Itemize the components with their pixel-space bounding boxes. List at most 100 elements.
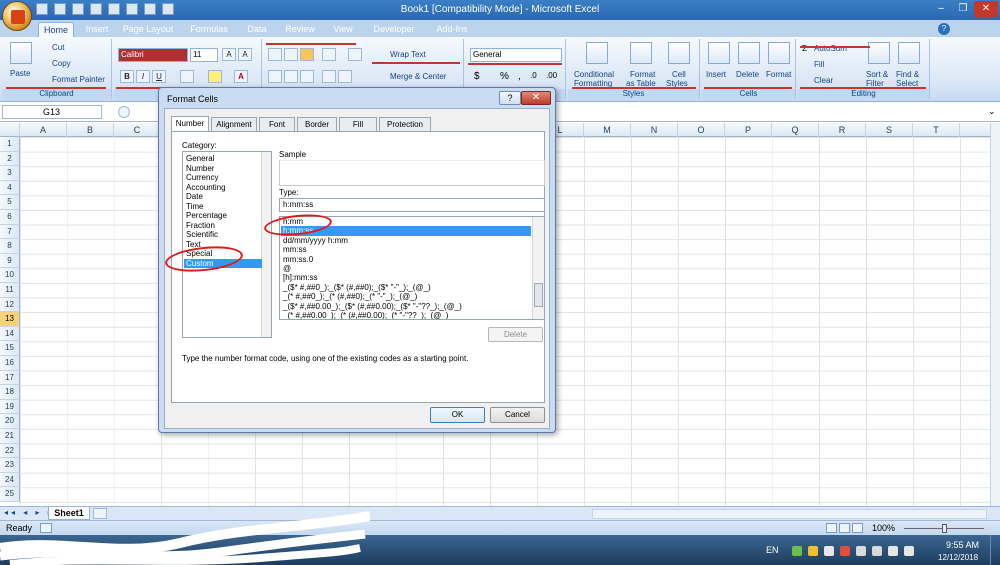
column-header[interactable]: S (866, 123, 913, 137)
maximize-button[interactable]: ❐ (952, 1, 974, 17)
category-item[interactable]: Date (184, 192, 262, 202)
row-header[interactable]: 18 (0, 385, 20, 400)
row-header[interactable]: 1 (0, 137, 20, 152)
name-box[interactable]: G13 (2, 105, 102, 119)
network-icon[interactable] (872, 546, 882, 556)
fill-color-icon[interactable] (208, 70, 222, 83)
tab-fill[interactable]: Fill (339, 117, 377, 131)
sort-filter-icon[interactable] (868, 42, 890, 64)
category-item[interactable]: Special (184, 249, 262, 259)
format-code-item[interactable]: _($* #,##0.00_);_($* (#,##0.00);_($* "-"… (281, 302, 531, 311)
decrease-indent-icon[interactable] (322, 70, 336, 83)
align-middle-icon[interactable] (284, 48, 298, 61)
font-size-box[interactable]: 11 (190, 48, 218, 62)
format-code-item[interactable]: [h]:mm:ss (281, 273, 531, 282)
column-header[interactable]: A (20, 123, 67, 137)
tray-app-icon[interactable] (808, 546, 818, 556)
format-code-item[interactable]: _($* #,##0_);_($* (#,##0);_($* "-"_);_(@… (281, 283, 531, 292)
row-header[interactable]: 19 (0, 399, 20, 415)
category-item[interactable]: Accounting (184, 183, 262, 193)
fill-button[interactable]: Fill (814, 60, 824, 69)
tray-app-icon[interactable] (792, 546, 802, 556)
zoom-level[interactable]: 100% (872, 523, 895, 533)
page-layout-view-icon[interactable] (839, 523, 850, 533)
delete-button[interactable]: Delete (736, 70, 759, 79)
category-item[interactable]: Scientific (184, 230, 262, 240)
category-item[interactable]: Percentage (184, 211, 262, 221)
paste-icon[interactable] (10, 42, 32, 64)
tray-app-icon[interactable] (824, 546, 834, 556)
tab-page-layout[interactable]: Page Layout (120, 22, 176, 37)
format-code-item[interactable]: dd/mm/yyyy h:mm (281, 236, 531, 245)
row-header[interactable]: 23 (0, 458, 20, 473)
tab-formulas[interactable]: Formulas (184, 22, 234, 37)
insert-sheet-icon[interactable] (93, 508, 107, 519)
select-all-corner[interactable] (0, 123, 20, 137)
insert-cells-icon[interactable] (708, 42, 730, 64)
dialog-close-button[interactable]: ✕ (521, 91, 551, 105)
column-header[interactable]: R (819, 123, 866, 137)
ok-button[interactable]: OK (430, 407, 485, 423)
clear-button[interactable]: Clear (814, 76, 833, 85)
tab-view[interactable]: View (328, 22, 358, 37)
normal-view-icon[interactable] (826, 523, 837, 533)
category-list-scrollbar[interactable] (261, 152, 271, 337)
percent-button[interactable]: % (500, 71, 509, 82)
format-painter-button[interactable]: Format Painter (52, 75, 105, 84)
tab-data[interactable]: Data (242, 22, 272, 37)
format-code-item[interactable]: _(* #,##0_);_(* (#,##0);_(* "-"_);_(@_) (281, 292, 531, 301)
column-header[interactable]: O (678, 123, 725, 137)
number-format-box[interactable]: General (470, 48, 562, 62)
row-header[interactable]: 24 (0, 472, 20, 488)
cut-button[interactable]: Cut (52, 43, 64, 52)
merge-center-button[interactable]: Merge & Center (390, 72, 446, 81)
format-list-scroll-thumb[interactable] (534, 283, 543, 307)
category-list[interactable]: General Number Currency Accounting Date Time P… (182, 151, 272, 338)
increase-indent-icon[interactable] (338, 70, 352, 83)
tray-app-icon[interactable] (840, 546, 850, 556)
tab-review[interactable]: Review (280, 22, 320, 37)
orientation-icon[interactable] (322, 48, 336, 61)
tab-border[interactable]: Border (297, 117, 337, 131)
italic-button[interactable]: I (136, 70, 150, 83)
row-header[interactable]: 10 (0, 268, 20, 283)
font-color-icon[interactable]: A (234, 70, 248, 83)
horizontal-scrollbar[interactable] (592, 509, 987, 519)
tab-number[interactable]: Number (171, 116, 209, 132)
tab-add-ins[interactable]: Add-Ins (430, 22, 474, 37)
row-header[interactable]: 11 (0, 283, 20, 298)
row-header[interactable]: 4 (0, 180, 20, 196)
column-header[interactable]: C (114, 123, 161, 137)
format-code-item[interactable]: mm:ss.0 (281, 255, 531, 264)
category-item[interactable]: Fraction (184, 221, 262, 231)
tab-home[interactable]: Home (38, 22, 74, 37)
insert-function-icon[interactable] (118, 106, 130, 118)
format-code-item[interactable]: @ (281, 264, 531, 273)
find-select-icon[interactable] (898, 42, 920, 64)
wrap-text-button[interactable]: Wrap Text (390, 50, 426, 59)
sheet-tab[interactable]: Sheet1 (48, 507, 90, 520)
column-header[interactable]: T (913, 123, 960, 137)
align-right-icon[interactable] (300, 70, 314, 83)
tray-app-icon[interactable] (856, 546, 866, 556)
tab-developer[interactable]: Developer (366, 22, 422, 37)
vertical-scrollbar[interactable] (990, 123, 1000, 506)
format-code-item[interactable]: mm:ss (281, 245, 531, 254)
dialog-help-button[interactable]: ? (499, 91, 521, 105)
sort-filter-button[interactable]: Sort & (866, 70, 888, 79)
grow-font-icon[interactable]: A (222, 48, 236, 61)
row-header[interactable]: 12 (0, 297, 20, 313)
cell-styles-button[interactable]: Cell (672, 70, 686, 79)
conditional-formatting-icon[interactable] (586, 42, 608, 64)
row-header[interactable]: 14 (0, 326, 20, 342)
row-header[interactable]: 21 (0, 429, 20, 444)
insert-button[interactable]: Insert (706, 70, 726, 79)
format-code-list[interactable]: h:mm h:mm:ss dd/mm/yyyy h:mm mm:ss mm:ss.0 @[… (279, 216, 545, 320)
row-header[interactable]: 7 (0, 224, 20, 240)
copy-button[interactable]: Copy (52, 59, 71, 68)
format-list-scrollbar[interactable] (532, 217, 544, 319)
column-header[interactable]: Q (772, 123, 819, 137)
row-header[interactable]: 22 (0, 443, 20, 459)
comma-button[interactable]: , (518, 71, 521, 82)
align-bottom-icon[interactable] (300, 48, 314, 61)
